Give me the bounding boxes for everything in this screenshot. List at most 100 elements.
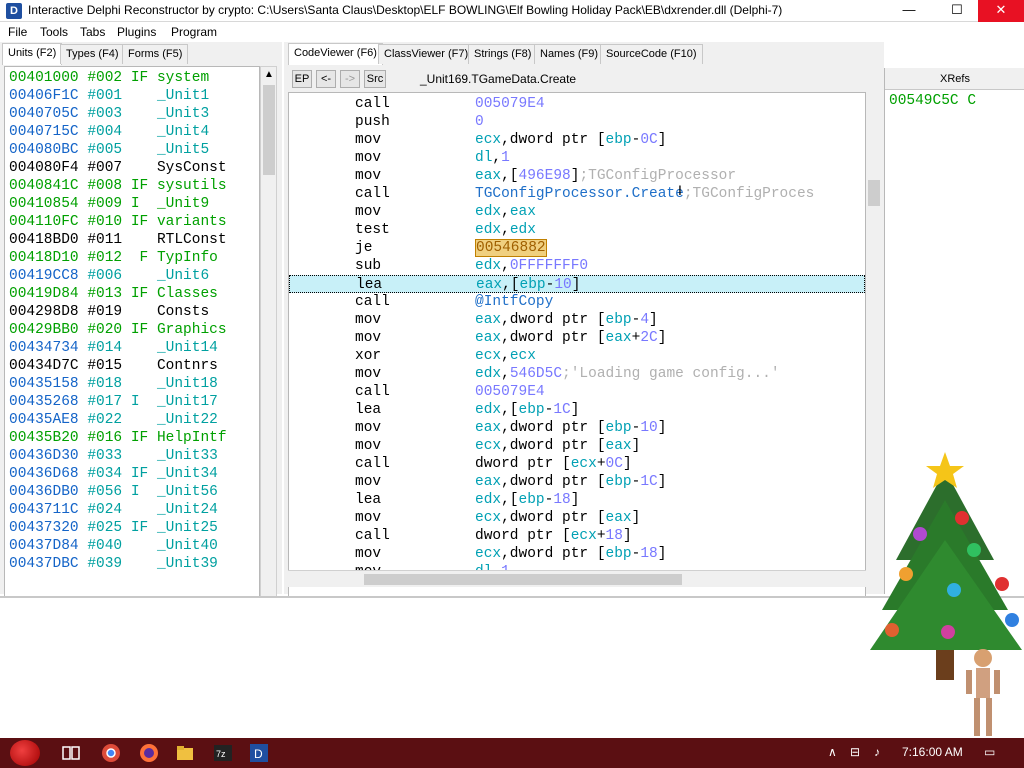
clock[interactable]: 7:16:00 AM [902, 745, 963, 759]
menu-program[interactable]: Program [171, 25, 217, 39]
unit-row[interactable]: 00435AE8 #022 _Unit22 [9, 411, 218, 429]
back-button[interactable]: <- [316, 70, 336, 88]
scroll-up-arrow-icon[interactable]: ▲ [264, 69, 274, 80]
menu-tools[interactable]: Tools [40, 25, 68, 39]
close-button[interactable]: ✕ [978, 0, 1024, 22]
unit-row[interactable]: 004298D8 #019 Consts [9, 303, 209, 321]
operand-sym[interactable]: @IntfCopy [475, 294, 553, 310]
code-line[interactable]: mov eax,dword ptr [ebp-1C] [289, 473, 865, 491]
forward-button[interactable]: -> [340, 70, 360, 88]
minimize-button[interactable]: — [886, 0, 932, 22]
unit-row[interactable]: 00429BB0 #020 IF Graphics [9, 321, 227, 339]
7zip-icon[interactable]: 7z [212, 742, 234, 764]
unit-row[interactable]: 00435158 #018 _Unit18 [9, 375, 218, 393]
unit-row[interactable]: 0040715C #004 _Unit4 [9, 123, 209, 141]
scroll-thumb[interactable] [263, 85, 275, 175]
code-line[interactable]: test edx,edx [289, 221, 865, 239]
xref-item[interactable]: 00549C5C C [889, 93, 976, 109]
menu-plugins[interactable]: Plugins [117, 25, 156, 39]
ep-button[interactable]: EP [292, 70, 312, 88]
menu-file[interactable]: File [8, 25, 27, 39]
unit-row[interactable]: 0043711C #024 _Unit24 [9, 501, 218, 519]
code-line[interactable]: mov ecx,dword ptr [ebp-0C] [289, 131, 865, 149]
code-viewer[interactable]: call 005079E4 push 0 mov ecx,dword ptr [ebp-0… [288, 92, 866, 612]
code-line[interactable]: mov eax,[496E98];TGConfigProcessor [289, 167, 865, 185]
code-line[interactable]: mov ecx,dword ptr [ebp-18] [289, 545, 865, 563]
unit-row[interactable]: 0040841C #008 IF sysutils [9, 177, 227, 195]
code-line[interactable]: mov ecx,dword ptr [eax] [289, 437, 865, 455]
unit-row[interactable]: 004110FC #010 IF variants [9, 213, 227, 231]
volume-icon[interactable]: ♪ [874, 745, 880, 759]
code-line[interactable]: lea edx,[ebp-1C] [289, 401, 865, 419]
unit-row[interactable]: 00436D68 #034 IF _Unit34 [9, 465, 218, 483]
task-view-icon[interactable] [60, 742, 82, 764]
unit-row[interactable]: 00436DB0 #056 I _Unit56 [9, 483, 218, 501]
code-line[interactable]: call 005079E4 [289, 383, 865, 401]
unit-row[interactable]: 00437320 #025 IF _Unit25 [9, 519, 218, 537]
operand-num: 496E98 [518, 168, 571, 184]
code-horizontal-scrollbar[interactable] [288, 570, 866, 587]
unit-row[interactable]: 00436D30 #033 _Unit33 [9, 447, 218, 465]
src-button[interactable]: Src [364, 70, 386, 88]
code-line[interactable]: mov edx,eax [289, 203, 865, 221]
tab-classviewer[interactable]: ClassViewer (F7) [378, 44, 475, 64]
unit-row[interactable]: 00406F1C #001 _Unit1 [9, 87, 209, 105]
firefox-icon[interactable] [138, 742, 160, 764]
unit-row[interactable]: 00437D84 #040 _Unit40 [9, 537, 218, 555]
operand-sym[interactable]: TGConfigProcessor.Create [475, 186, 684, 202]
unit-row[interactable]: 00418BD0 #011 RTLConst [9, 231, 227, 249]
maximize-button[interactable]: ☐ [934, 0, 980, 22]
code-line[interactable]: mov dl,1 [289, 149, 865, 167]
tab-sourcecode[interactable]: SourceCode (F10) [600, 44, 703, 64]
tab-strings[interactable]: Strings (F8) [468, 44, 538, 64]
network-icon[interactable]: ⊟ [850, 745, 860, 759]
unit-row[interactable]: 004080F4 #007 SysConst [9, 159, 227, 177]
tab-names[interactable]: Names (F9) [534, 44, 605, 64]
tab-units[interactable]: Units (F2) [2, 43, 63, 65]
code-line[interactable]: xor ecx,ecx [289, 347, 865, 365]
unit-row[interactable]: 00435B20 #016 IF HelpIntf [9, 429, 227, 447]
code-line[interactable]: je 00546882 [289, 239, 865, 257]
unit-row[interactable]: 00434D7C #015 Contnrs [9, 357, 218, 375]
tab-forms[interactable]: Forms (F5) [122, 44, 189, 64]
start-button-icon[interactable] [10, 740, 40, 766]
mnemonic: mov [355, 546, 382, 562]
file-explorer-icon[interactable] [174, 742, 196, 764]
unit-row[interactable]: 00419CC8 #006 _Unit6 [9, 267, 209, 285]
operand-jmp[interactable]: 00546882 [475, 239, 547, 257]
unit-row[interactable]: 0040705C #003 _Unit3 [9, 105, 209, 123]
code-line[interactable]: mov ecx,dword ptr [eax] [289, 509, 865, 527]
code-line[interactable]: sub edx,0FFFFFFF0 [289, 257, 865, 275]
code-line[interactable]: lea eax,[ebp-10] [289, 275, 865, 293]
code-line[interactable]: lea edx,[ebp-18] [289, 491, 865, 509]
unit-row[interactable]: 00401000 #002 IF system [9, 69, 209, 87]
scroll-thumb[interactable] [364, 574, 682, 585]
units-list[interactable]: 00401000 #002 IF system 00406F1C #001 _Un… [4, 66, 260, 614]
unit-row[interactable]: 00435268 #017 I _Unit17 [9, 393, 218, 411]
code-line[interactable]: mov eax,dword ptr [ebp-4] [289, 311, 865, 329]
chrome-icon[interactable] [100, 742, 122, 764]
code-line[interactable]: mov eax,dword ptr [eax+2C] [289, 329, 865, 347]
tab-types[interactable]: Types (F4) [60, 44, 125, 64]
code-line[interactable]: mov eax,dword ptr [ebp-10] [289, 419, 865, 437]
unit-row[interactable]: 004080BC #005 _Unit5 [9, 141, 209, 159]
units-scrollbar[interactable]: ▲ ▼ [260, 66, 277, 614]
unit-row[interactable]: 00418D10 #012 F TypInfo [9, 249, 218, 267]
code-line[interactable]: call dword ptr [ecx+18] [289, 527, 865, 545]
code-line[interactable]: call @IntfCopy [289, 293, 865, 311]
code-line[interactable]: push 0 [289, 113, 865, 131]
code-line[interactable]: call dword ptr [ecx+0C] [289, 455, 865, 473]
idr-taskbar-icon[interactable]: D [248, 742, 270, 764]
unit-row[interactable]: 00410854 #009 I _Unit9 [9, 195, 209, 213]
code-line[interactable]: call 005079E4 [289, 95, 865, 113]
code-line[interactable]: mov edx,546D5C;'Loading game config...' [289, 365, 865, 383]
tab-codeviewer[interactable]: CodeViewer (F6) [288, 43, 383, 65]
unit-row[interactable]: 00434734 #014 _Unit14 [9, 339, 218, 357]
menu-tabs[interactable]: Tabs [80, 25, 105, 39]
unit-row[interactable]: 00419D84 #013 IF Classes [9, 285, 218, 303]
code-line[interactable]: call TGConfigProcessor.Create;TGConfigPro… [289, 185, 865, 203]
notification-icon[interactable]: ▭ [984, 745, 995, 759]
unit-row[interactable]: 00437DBC #039 _Unit39 [9, 555, 218, 573]
scroll-thumb[interactable] [868, 180, 880, 206]
tray-expand-icon[interactable]: ∧ [828, 745, 837, 759]
